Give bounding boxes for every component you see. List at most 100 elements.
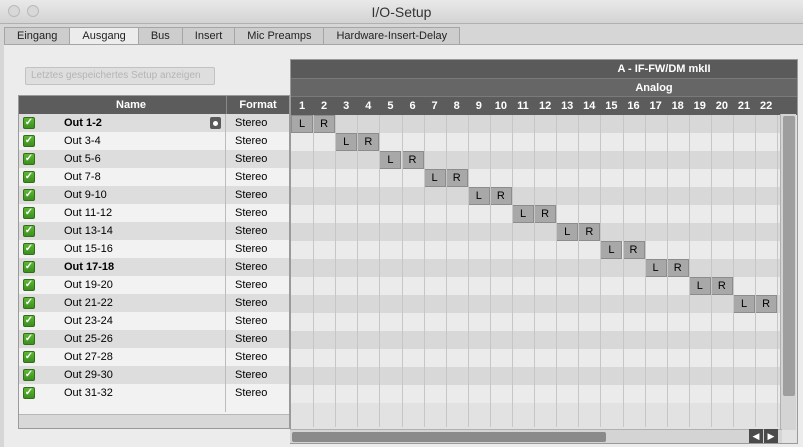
path-format[interactable]: Stereo	[235, 204, 267, 222]
arrow-left-icon[interactable]: ◀	[749, 429, 763, 443]
checkmark-icon[interactable]: ✓	[23, 171, 35, 183]
table-row[interactable]: ✓ Out 19-20 Stereo	[19, 276, 289, 294]
checkmark-icon[interactable]: ✓	[23, 189, 35, 201]
path-format[interactable]: Stereo	[235, 384, 267, 402]
assignment-right-cell[interactable]: R	[401, 151, 424, 169]
table-row[interactable]: ✓ Out 23-24 Stereo	[19, 312, 289, 330]
assignment-right-cell[interactable]: R	[578, 223, 601, 241]
assignment-left-cell[interactable]: L	[688, 277, 711, 295]
path-format[interactable]: Stereo	[235, 258, 267, 276]
path-format[interactable]: Stereo	[235, 312, 267, 330]
horizontal-scrollbar[interactable]	[290, 429, 782, 443]
table-row[interactable]: ✓ Out 11-12 Stereo	[19, 204, 289, 222]
table-row[interactable]: ✓ Out 5-6 Stereo	[19, 150, 289, 168]
assignment-left-cell[interactable]: L	[600, 241, 623, 259]
path-format[interactable]: Stereo	[235, 222, 267, 240]
path-format[interactable]: Stereo	[235, 132, 267, 150]
assignment-right-cell[interactable]: R	[710, 277, 733, 295]
path-format[interactable]: Stereo	[235, 294, 267, 312]
tab-hardware-insert-delay[interactable]: Hardware-Insert-Delay	[323, 27, 461, 45]
table-row[interactable]: ✓ Out 17-18 Stereo	[19, 258, 289, 276]
checkmark-icon[interactable]: ✓	[23, 333, 35, 345]
vertical-scroll-thumb[interactable]	[783, 116, 795, 396]
path-name[interactable]: Out 19-20	[64, 276, 113, 294]
path-name[interactable]: Out 17-18	[64, 258, 114, 276]
assignment-left-cell[interactable]: L	[379, 151, 402, 169]
assignment-left-cell[interactable]: L	[733, 295, 755, 313]
assignment-right-cell[interactable]: R	[445, 169, 468, 187]
arrow-right-icon[interactable]: ▶	[764, 429, 778, 443]
path-name[interactable]: Out 7-8	[64, 168, 101, 186]
checkmark-icon[interactable]: ✓	[23, 153, 35, 165]
path-format[interactable]: Stereo	[235, 114, 267, 132]
assignment-right-cell[interactable]: R	[489, 187, 512, 205]
tab-mic-preamps[interactable]: Mic Preamps	[234, 27, 325, 45]
checkmark-icon[interactable]: ✓	[23, 369, 35, 381]
table-row[interactable]: ✓ Out 7-8 Stereo	[19, 168, 289, 186]
column-header-format[interactable]: Format	[226, 96, 289, 114]
path-name[interactable]: Out 9-10	[64, 186, 107, 204]
tab-eingang[interactable]: Eingang	[4, 27, 71, 45]
path-name[interactable]: Out 29-30	[64, 366, 113, 384]
path-format[interactable]: Stereo	[235, 186, 267, 204]
checkmark-icon[interactable]: ✓	[23, 135, 35, 147]
table-row[interactable]: ✓ Out 15-16 Stereo	[19, 240, 289, 258]
assignment-left-cell[interactable]: L	[423, 169, 446, 187]
tab-insert[interactable]: Insert	[181, 27, 236, 45]
assignment-left-cell[interactable]: L	[644, 259, 667, 277]
assignment-left-cell[interactable]: L	[335, 133, 358, 151]
checkmark-icon[interactable]: ✓	[23, 315, 35, 327]
lock-icon[interactable]	[210, 117, 221, 129]
table-row[interactable]: ✓ Out 13-14 Stereo	[19, 222, 289, 240]
show-last-saved-setup-button[interactable]: Letztes gespeichertes Setup anzeigen	[25, 67, 215, 85]
table-row[interactable]: ✓ Out 3-4 Stereo	[19, 132, 289, 150]
assignment-right-cell[interactable]: R	[313, 115, 336, 133]
path-name[interactable]: Out 11-12	[64, 204, 112, 222]
path-name[interactable]: Out 15-16	[64, 240, 113, 258]
checkmark-icon[interactable]: ✓	[23, 387, 35, 399]
assignment-right-cell[interactable]: R	[755, 295, 778, 313]
table-row[interactable]: ✓ Out 27-28 Stereo	[19, 348, 289, 366]
horizontal-scroll-thumb[interactable]	[292, 432, 606, 442]
tab-ausgang[interactable]: Ausgang	[69, 27, 139, 45]
path-name[interactable]: Out 25-26	[64, 330, 113, 348]
checkmark-icon[interactable]: ✓	[23, 117, 35, 129]
table-row[interactable]: ✓ Out 9-10 Stereo	[19, 186, 289, 204]
path-name[interactable]: Out 21-22	[64, 294, 113, 312]
path-format[interactable]: Stereo	[235, 168, 267, 186]
checkmark-icon[interactable]: ✓	[23, 279, 35, 291]
assignment-right-cell[interactable]: R	[357, 133, 380, 151]
checkmark-icon[interactable]: ✓	[23, 243, 35, 255]
path-format[interactable]: Stereo	[235, 276, 267, 294]
assignment-left-cell[interactable]: L	[467, 187, 490, 205]
assignment-right-cell[interactable]: R	[666, 259, 689, 277]
path-name[interactable]: Out 27-28	[64, 348, 113, 366]
table-row[interactable]: ✓ Out 21-22 Stereo	[19, 294, 289, 312]
path-format[interactable]: Stereo	[235, 330, 267, 348]
table-row[interactable]: ✓ Out 25-26 Stereo	[19, 330, 289, 348]
path-name[interactable]: Out 23-24	[64, 312, 113, 330]
checkmark-icon[interactable]: ✓	[23, 207, 35, 219]
assignment-left-cell[interactable]: L	[556, 223, 579, 241]
checkmark-icon[interactable]: ✓	[23, 261, 35, 273]
path-name[interactable]: Out 31-32	[64, 384, 113, 402]
path-format[interactable]: Stereo	[235, 366, 267, 384]
checkmark-icon[interactable]: ✓	[23, 225, 35, 237]
assignment-right-cell[interactable]: R	[534, 205, 557, 223]
path-name[interactable]: Out 5-6	[64, 150, 101, 168]
path-name[interactable]: Out 3-4	[64, 132, 101, 150]
checkmark-icon[interactable]: ✓	[23, 351, 35, 363]
assignment-left-cell[interactable]: L	[512, 205, 534, 223]
table-row[interactable]: ✓ Out 31-32 Stereo	[19, 384, 289, 402]
table-row[interactable]: ✓ Out 29-30 Stereo	[19, 366, 289, 384]
column-header-name[interactable]: Name	[37, 96, 225, 114]
path-format[interactable]: Stereo	[235, 150, 267, 168]
path-format[interactable]: Stereo	[235, 240, 267, 258]
path-name[interactable]: Out 1-2	[64, 114, 102, 132]
table-row[interactable]: ✓ Out 1-2 Stereo	[19, 114, 289, 132]
path-format[interactable]: Stereo	[235, 348, 267, 366]
checkmark-icon[interactable]: ✓	[23, 297, 35, 309]
assignment-right-cell[interactable]: R	[622, 241, 645, 259]
vertical-scrollbar[interactable]	[780, 114, 796, 430]
path-name[interactable]: Out 13-14	[64, 222, 113, 240]
